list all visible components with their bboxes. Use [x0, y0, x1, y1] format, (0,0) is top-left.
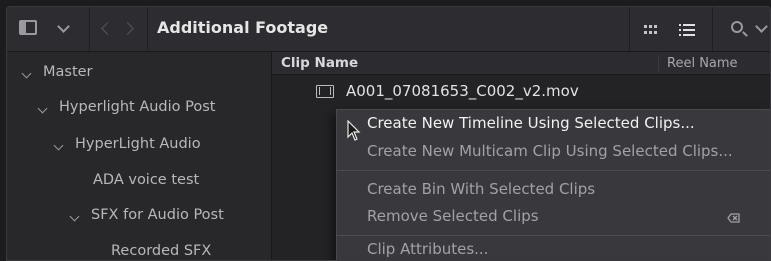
expand-chevron-icon[interactable] [37, 103, 48, 114]
sidebar-item-label: Hyperlight Audio Post [59, 99, 216, 115]
media-pool-panel: Additional Footage Master Hyperlight Aud… [6, 6, 771, 261]
clip-list-header: Clip Name Reel Name [272, 52, 770, 75]
menu-item-create-new-timeline[interactable]: Create New Timeline Using Selected Clips… [367, 114, 695, 138]
column-header-reel-name[interactable]: Reel Name [667, 56, 738, 71]
menu-separator [337, 235, 770, 236]
expand-chevron-icon[interactable] [69, 211, 80, 222]
search-icon[interactable] [731, 21, 743, 33]
menu-item-remove-selected-clips[interactable]: Remove Selected Clips [367, 207, 539, 231]
thumbnail-view-icon[interactable] [644, 25, 658, 35]
panel-toggle-icon[interactable] [19, 20, 37, 35]
list-view-icon[interactable] [679, 23, 695, 37]
sidebar-item-label: HyperLight Audio [75, 136, 201, 152]
search-options-chevron-icon[interactable] [755, 20, 768, 33]
video-clip-icon [316, 85, 334, 98]
chevron-down-icon[interactable] [57, 20, 70, 33]
bin-navigation [89, 7, 148, 51]
back-arrow-icon[interactable] [101, 22, 114, 35]
menu-item-clip-attributes[interactable]: Clip Attributes... [367, 240, 488, 260]
panel-toggle-group [7, 7, 90, 51]
menu-separator [337, 170, 770, 171]
delete-key-icon [727, 213, 740, 223]
context-menu: Create New Timeline Using Selected Clips… [336, 109, 770, 260]
sidebar-item-label: SFX for Audio Post [91, 207, 224, 223]
sidebar-item-label: ADA voice test [93, 172, 200, 188]
media-pool-toolbar: Additional Footage [7, 7, 770, 52]
menu-item-create-new-multicam-clip[interactable]: Create New Multicam Clip Using Selected … [367, 142, 733, 166]
table-row[interactable]: A001_07081653_C002_v2.mov [272, 75, 770, 105]
bin-title: Additional Footage [157, 18, 329, 37]
menu-item-create-bin-with-selected-clips[interactable]: Create Bin With Selected Clips [367, 180, 595, 204]
bin-list-sidebar: Master Hyperlight Audio Post HyperLight … [7, 52, 272, 260]
expand-chevron-icon[interactable] [53, 140, 64, 151]
sidebar-item-label: Master [43, 64, 93, 80]
view-mode-group [629, 7, 713, 51]
clip-name: A001_07081653_C002_v2.mov [346, 82, 579, 100]
forward-arrow-icon[interactable] [121, 22, 134, 35]
expand-chevron-icon[interactable] [21, 68, 32, 79]
sidebar-item-label: Recorded SFX [111, 243, 212, 259]
column-header-clip-name[interactable]: Clip Name [281, 55, 358, 71]
mouse-pointer-icon [347, 120, 361, 141]
column-divider[interactable] [658, 55, 659, 71]
